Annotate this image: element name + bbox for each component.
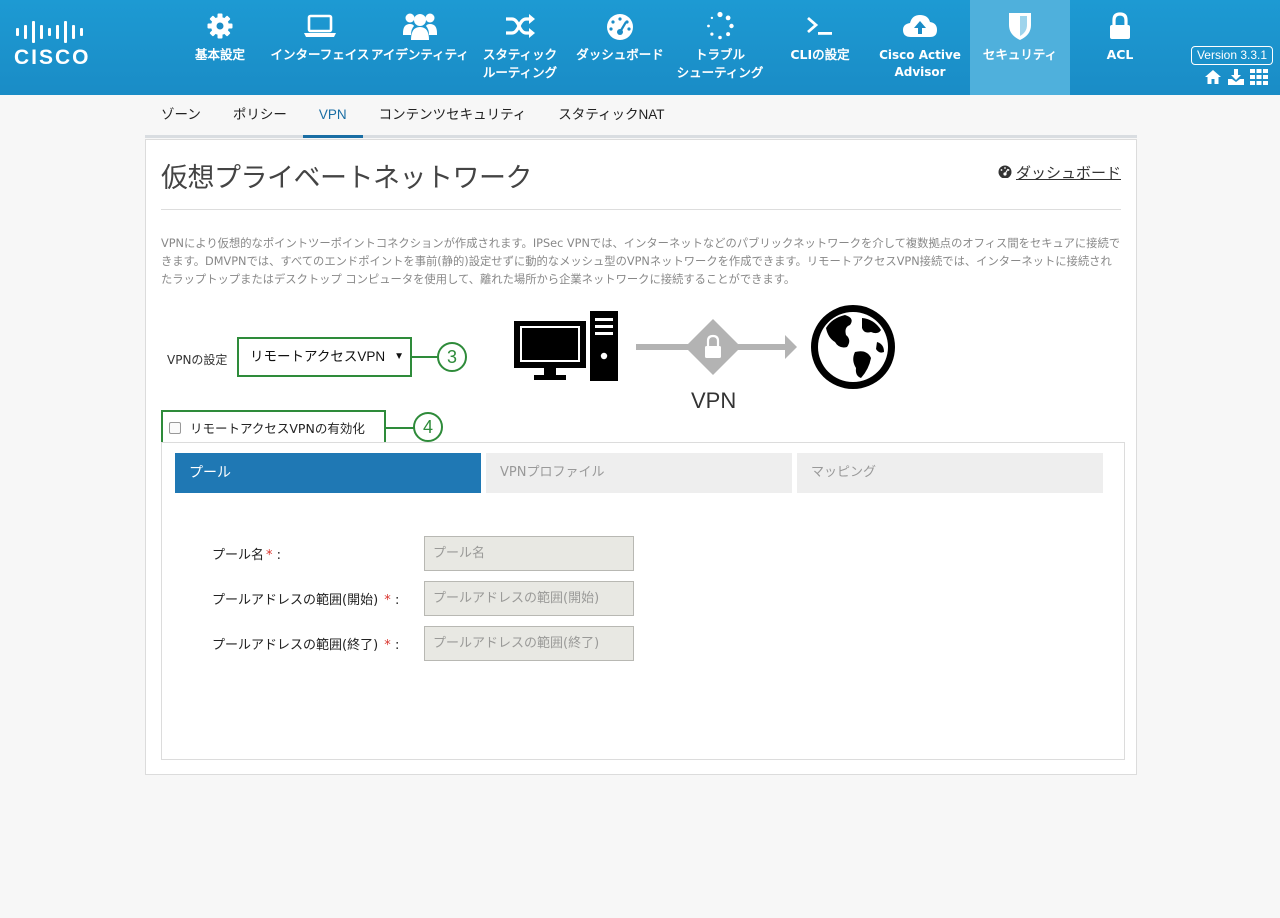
laptop-icon bbox=[270, 11, 370, 41]
spinner-icon bbox=[670, 11, 770, 41]
version-badge: Version 3.3.1 bbox=[1191, 46, 1273, 65]
pool-name-input[interactable] bbox=[424, 536, 634, 571]
nav-interfaces[interactable]: インターフェイス bbox=[270, 0, 370, 95]
callout-connector bbox=[386, 427, 414, 429]
nav-label: ダッシュボード bbox=[576, 47, 664, 62]
form-row-pool-end: プールアドレスの範囲(終了) * : bbox=[212, 626, 634, 661]
top-navigation-bar: CISCO 基本設定 インターフェイス アイデンティティ スタティック ルーティ… bbox=[0, 0, 1280, 95]
shield-icon bbox=[970, 11, 1070, 41]
enable-remote-access-vpn[interactable]: リモートアクセスVPNの有効化 bbox=[161, 410, 386, 445]
nav-label: アイデンティティ bbox=[371, 47, 469, 62]
dashboard-icon bbox=[570, 11, 670, 41]
nav-security[interactable]: セキュリティ bbox=[970, 0, 1070, 95]
vpn-panel: 仮想プライベートネットワーク ダッシュボード VPNにより仮想的なポイントツーポ… bbox=[145, 139, 1137, 775]
label-colon: : bbox=[394, 638, 400, 653]
tab-zones[interactable]: ゾーン bbox=[145, 95, 217, 135]
pool-range-end-input[interactable] bbox=[424, 626, 634, 661]
nav-troubleshooting[interactable]: トラブル シューティング bbox=[670, 0, 770, 95]
desktop-computer-icon bbox=[514, 311, 618, 381]
lock-icon bbox=[1070, 11, 1170, 41]
vpn-arrow-lock-icon bbox=[636, 319, 797, 375]
page-title: 仮想プライベートネットワーク bbox=[161, 163, 533, 194]
callout-connector bbox=[412, 356, 438, 358]
field-label-text: プールアドレスの範囲(終了) bbox=[212, 638, 379, 653]
required-mark: * bbox=[266, 548, 273, 563]
nav-label: トラブル シューティング bbox=[676, 47, 764, 80]
nav-label: セキュリティ bbox=[982, 47, 1058, 62]
nav-static-routing[interactable]: スタティック ルーティング bbox=[470, 0, 570, 95]
field-label-text: プールアドレスの範囲(開始) bbox=[212, 593, 379, 608]
security-subtabs: ゾーン ポリシー VPN コンテンツセキュリティ スタティックNAT bbox=[145, 95, 1137, 138]
gear-icon bbox=[170, 11, 270, 41]
label-colon: : bbox=[394, 593, 400, 608]
callout-badge-3: 3 bbox=[437, 342, 467, 372]
nav-acl[interactable]: ACL bbox=[1070, 0, 1170, 95]
vpn-description: VPNにより仮想的なポイントツーポイントコネクションが作成されます。IPSec … bbox=[161, 237, 1121, 286]
dashboard-link[interactable]: ダッシュボード bbox=[997, 162, 1121, 183]
enable-remote-access-vpn-checkbox[interactable] bbox=[169, 421, 181, 434]
utility-icons bbox=[1204, 69, 1268, 85]
pool-range-start-input[interactable] bbox=[424, 581, 634, 616]
nav-basic-settings[interactable]: 基本設定 bbox=[170, 0, 270, 95]
tab-vpn[interactable]: VPN bbox=[302, 95, 363, 138]
tab-content-security[interactable]: コンテンツセキュリティ bbox=[363, 95, 543, 135]
main-nav: 基本設定 インターフェイス アイデンティティ スタティック ルーティング ダッシ… bbox=[170, 0, 1170, 95]
nav-label: スタティック ルーティング bbox=[482, 47, 558, 80]
vpn-config-label: VPNの設定 bbox=[167, 353, 228, 367]
download-icon[interactable] bbox=[1227, 69, 1245, 85]
dashboard-link-label: ダッシュボード bbox=[1015, 164, 1121, 182]
users-icon bbox=[370, 11, 470, 41]
nav-label: Cisco Active Advisor bbox=[879, 48, 961, 79]
form-row-pool-start: プールアドレスの範囲(開始) * : bbox=[212, 581, 634, 616]
tab-mapping[interactable]: マッピング bbox=[797, 453, 1103, 493]
terminal-icon bbox=[770, 11, 870, 41]
pool-start-label: プールアドレスの範囲(開始) * : bbox=[212, 589, 424, 608]
nav-label: インターフェイス bbox=[270, 47, 370, 62]
nav-dashboard[interactable]: ダッシュボード bbox=[570, 0, 670, 95]
vpn-type-selected-value: リモートアクセスVPN bbox=[250, 349, 386, 364]
required-mark: * bbox=[384, 593, 391, 608]
nav-cli-settings[interactable]: CLIの設定 bbox=[770, 0, 870, 95]
field-label-text: プール名 bbox=[212, 548, 265, 563]
globe-icon bbox=[811, 305, 895, 389]
pool-end-label: プールアドレスの範囲(終了) * : bbox=[212, 634, 424, 653]
tab-static-nat[interactable]: スタティックNAT bbox=[542, 95, 680, 135]
cisco-logo-bars-icon bbox=[14, 20, 98, 44]
nav-label: 基本設定 bbox=[194, 47, 245, 62]
apps-grid-icon[interactable] bbox=[1250, 69, 1268, 85]
nav-label: CLIの設定 bbox=[790, 47, 850, 62]
nav-identity[interactable]: アイデンティティ bbox=[370, 0, 470, 95]
nav-label: ACL bbox=[1106, 47, 1134, 62]
nav-cisco-active-advisor[interactable]: Cisco Active Advisor bbox=[870, 0, 970, 95]
form-row-pool-name: プール名 * : bbox=[212, 536, 634, 571]
shuffle-icon bbox=[470, 11, 570, 41]
home-icon[interactable] bbox=[1204, 69, 1222, 85]
diagram-vpn-label: VPN bbox=[691, 388, 737, 413]
tab-vpn-profile[interactable]: VPNプロファイル bbox=[486, 453, 792, 493]
cisco-logo-text: CISCO bbox=[14, 46, 91, 69]
required-mark: * bbox=[384, 638, 391, 653]
pool-name-label: プール名 * : bbox=[212, 544, 424, 563]
enable-remote-access-vpn-label: リモートアクセスVPNの有効化 bbox=[190, 421, 365, 436]
label-colon: : bbox=[276, 548, 282, 563]
tab-policies[interactable]: ポリシー bbox=[217, 95, 303, 135]
callout-badge-4: 4 bbox=[413, 412, 443, 442]
cloud-upload-icon bbox=[870, 11, 970, 41]
vpn-type-select[interactable]: リモートアクセスVPN ▼ bbox=[237, 337, 412, 377]
title-divider bbox=[161, 209, 1121, 210]
cisco-logo: CISCO bbox=[14, 20, 98, 70]
remote-access-settings: プール VPNプロファイル マッピング プール名* : プールアドレスの範囲(開… bbox=[161, 442, 1125, 760]
tab-pool[interactable]: プール bbox=[175, 453, 481, 493]
caret-down-icon: ▼ bbox=[394, 351, 404, 362]
dashboard-icon bbox=[997, 164, 1013, 182]
remote-access-tabs: プール VPNプロファイル マッピング bbox=[175, 453, 1103, 493]
